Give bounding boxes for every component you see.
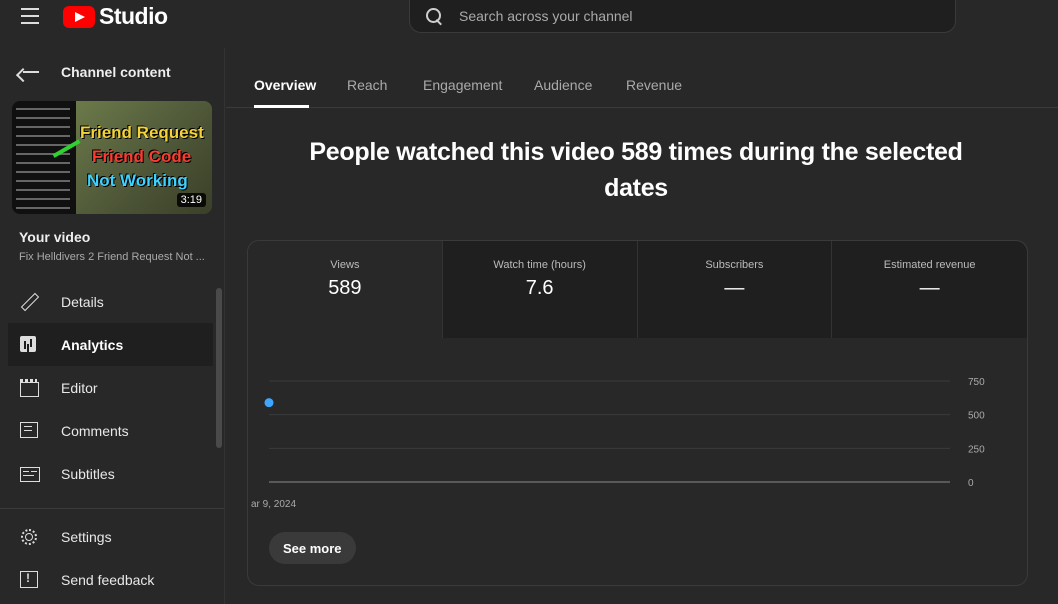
search-icon[interactable]	[426, 8, 442, 24]
sidebar-item-label: Send feedback	[61, 571, 155, 588]
menu-icon[interactable]	[21, 8, 41, 24]
sidebar-item-details[interactable]: Details	[8, 280, 213, 323]
y-tick-label: 750	[968, 377, 985, 388]
sidebar-item-send-feedback[interactable]: Send feedback	[8, 558, 213, 601]
see-more-button[interactable]: See more	[269, 532, 356, 564]
video-duration: 3:19	[176, 193, 206, 207]
metric-label: Views	[330, 259, 360, 271]
y-tick-label: 500	[968, 411, 985, 422]
metrics-row: Views 589 Watch time (hours) 7.6 Subscri…	[248, 241, 1027, 338]
metric-value: 589	[328, 277, 362, 299]
subtitles-icon	[20, 465, 40, 483]
sidebar-bottom-nav: Settings Send feedback	[8, 515, 213, 601]
sidebar-item-label: Editor	[61, 379, 98, 396]
gear-icon	[20, 528, 38, 546]
metric-subscribers[interactable]: Subscribers —	[637, 241, 833, 338]
metric-watch-time[interactable]: Watch time (hours) 7.6	[442, 241, 638, 338]
tab-audience[interactable]: Audience	[534, 77, 592, 93]
sidebar-item-label: Details	[61, 293, 104, 310]
logo-text: Studio	[99, 3, 168, 29]
y-tick-label: 0	[968, 478, 974, 489]
back-to-channel-content[interactable]: Channel content	[0, 58, 225, 86]
active-tab-indicator	[254, 105, 309, 108]
analytics-icon	[20, 335, 38, 354]
views-chart: 750 500 250 0 ar 9, 2024	[251, 377, 985, 510]
sidebar-item-label: Subtitles	[61, 465, 115, 482]
youtube-logo-icon	[63, 5, 95, 28]
thumbnail-text-3: Not Working	[87, 171, 188, 190]
metric-estimated-revenue[interactable]: Estimated revenue —	[832, 241, 1027, 338]
metric-label: Subscribers	[705, 259, 764, 271]
sidebar-item-analytics[interactable]: Analytics	[8, 323, 213, 366]
metrics-card: Views 589 Watch time (hours) 7.6 Subscri…	[247, 240, 1028, 586]
tab-overview[interactable]: Overview	[254, 77, 316, 93]
sidebar-item-comments[interactable]: Comments	[8, 409, 213, 452]
metric-label: Estimated revenue	[883, 259, 976, 271]
thumbnail-text-1: Friend Request	[80, 123, 204, 142]
page-headline: People watched this video 589 times duri…	[309, 138, 963, 202]
arrow-back-icon[interactable]	[21, 65, 39, 79]
sidebar-item-settings[interactable]: Settings	[8, 515, 213, 558]
y-tick-label: 250	[968, 444, 985, 455]
tab-engagement[interactable]: Engagement	[423, 77, 502, 93]
data-point[interactable]	[264, 398, 274, 408]
sidebar-scrollbar[interactable]	[216, 288, 222, 448]
search-input[interactable]	[459, 8, 929, 24]
video-thumbnail[interactable]: Friend Request Friend Code Not Working 3…	[12, 101, 212, 214]
sidebar-divider	[0, 508, 224, 509]
tab-reach[interactable]: Reach	[347, 77, 387, 93]
video-title: Fix Helldivers 2 Friend Request Not ...	[19, 251, 205, 263]
metric-value: —	[724, 277, 745, 299]
back-label: Channel content	[61, 64, 171, 80]
metric-value: 7.6	[525, 277, 554, 299]
thumbnail-text-2: Friend Code	[92, 147, 192, 166]
metric-value: —	[919, 277, 940, 299]
metric-views[interactable]: Views 589	[248, 241, 443, 338]
thumbnail-left-pane	[12, 101, 76, 214]
sidebar-item-label: Settings	[61, 528, 112, 545]
sidebar: Channel content Friend Request Friend Co…	[0, 48, 225, 604]
tab-revenue[interactable]: Revenue	[626, 77, 682, 93]
your-video-label: Your video	[19, 229, 91, 245]
sidebar-item-editor[interactable]: Editor	[8, 366, 213, 409]
x-tick-label: ar 9, 2024	[251, 499, 296, 510]
feedback-icon	[20, 570, 38, 589]
sidebar-item-subtitles[interactable]: Subtitles	[8, 452, 213, 495]
top-bar: Studio	[0, 0, 1058, 48]
clapper-icon	[20, 378, 39, 397]
comment-icon	[20, 421, 38, 440]
sidebar-item-label: Analytics	[61, 336, 124, 353]
pencil-icon	[20, 293, 38, 311]
sidebar-item-label: Comments	[61, 422, 129, 439]
analytics-tabs: Overview Reach Engagement Audience Reven…	[226, 48, 1058, 108]
metric-label: Watch time (hours)	[493, 259, 586, 271]
studio-logo[interactable]: Studio	[63, 3, 168, 30]
search-bar[interactable]	[409, 0, 956, 33]
sidebar-nav: Details Analytics Editor Comments Subtit…	[8, 280, 213, 495]
main-content: Overview Reach Engagement Audience Reven…	[226, 48, 1058, 604]
